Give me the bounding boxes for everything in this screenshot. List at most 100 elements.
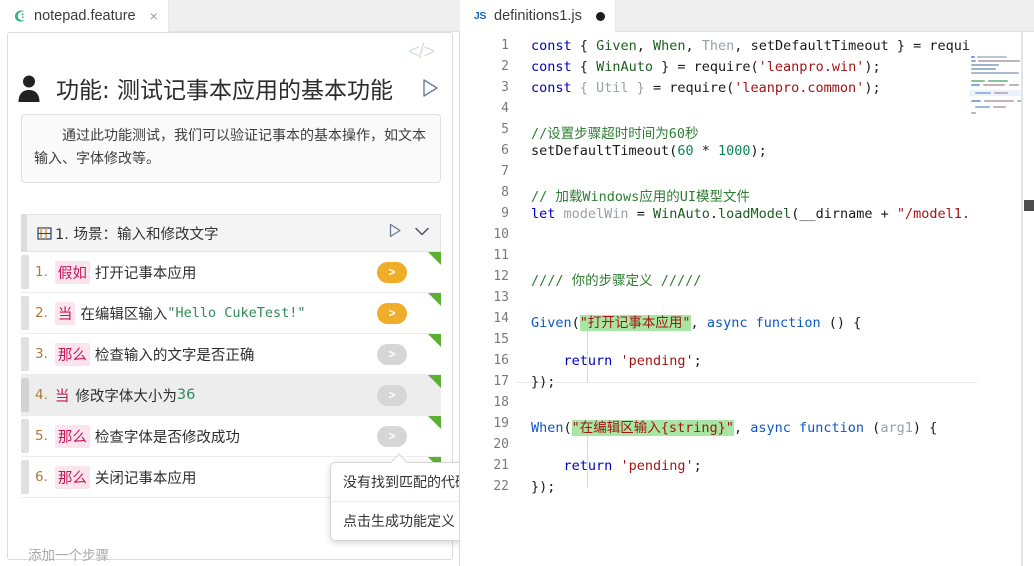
code-line: //// 你的步骤定义 ///// (531, 273, 702, 289)
feature-editor-pane: </> 功能: 测试记事本应用的基本功能 通过此功能测试，我们可以验证记事本的基… (0, 32, 460, 566)
step-definition-tooltip[interactable]: 没有找到匹配的代码 点击生成功能定义 (330, 453, 460, 541)
run-step-button[interactable]: > (377, 384, 407, 406)
step-text: 打开记事本应用 (94, 265, 197, 282)
step-content: 5. 那么 检查字体是否修改成功 (35, 424, 377, 448)
tab-label: definitions1.js (494, 8, 582, 24)
line-number: 10 (493, 227, 509, 242)
play-icon[interactable] (387, 222, 403, 244)
line-number: 6 (501, 143, 509, 158)
line-number: 15 (493, 332, 509, 347)
line-number: 18 (493, 395, 509, 410)
code-line: Given("打开记事本应用", async function () { (531, 315, 862, 331)
code-line: const { Util } = require('leanpro.common… (531, 80, 881, 96)
step-keyword: 那么 (54, 465, 90, 489)
code-line: setDefaultTimeout(60 * 1000); (531, 143, 767, 159)
code-line: return 'pending'; (563, 353, 702, 369)
line-number: 9 (501, 206, 509, 221)
step-rail (21, 460, 29, 494)
step-content: 4. 当 修改字体大小为 36 (35, 384, 377, 407)
step-keyword: 那么 (54, 424, 90, 448)
tooltip-message: 没有找到匹配的代码 (343, 475, 460, 491)
tab-definitions1-js[interactable]: JS definitions1.js (460, 0, 616, 32)
cucumber-icon (12, 8, 28, 24)
close-icon[interactable]: × (150, 9, 158, 23)
step-text: 在编辑区输入 (80, 306, 168, 323)
step-content: 3. 那么 检查输入的文字是否正确 (35, 342, 377, 366)
editor-right-divider (1021, 32, 1022, 566)
code-line: }); (531, 479, 556, 495)
step-number: 1. (35, 264, 48, 280)
run-step-button[interactable]: > (377, 425, 407, 447)
line-number: 5 (501, 122, 509, 137)
step-text: 检查输入的文字是否正确 (94, 347, 255, 364)
feature-title-row: 功能: 测试记事本应用的基本功能 (8, 71, 454, 105)
step-number: 4. (35, 387, 48, 403)
step-text: 关闭记事本应用 (94, 470, 197, 487)
table-row[interactable]: 1. 假如 打开记事本应用 > (21, 252, 441, 293)
line-number: 22 (493, 479, 509, 494)
scenario-label: 1. 场景：输入和修改文字 (55, 226, 219, 243)
step-number: 5. (35, 428, 48, 444)
step-text: 检查字体是否修改成功 (94, 429, 240, 446)
add-step-button[interactable]: 添加一个步骤 (28, 544, 109, 564)
scenario-film-icon (37, 226, 52, 241)
line-number: 19 (493, 416, 509, 431)
code-line: }); (531, 374, 556, 390)
line-number: 21 (493, 458, 509, 473)
line-number-gutter: 1 2 3 4 5 6 7 8 9 10 11 12 13 14 15 16 1… (461, 32, 517, 566)
step-status-corner-icon (428, 334, 441, 347)
tab-bar: notepad.feature × JS definitions1.js (0, 0, 1034, 32)
app-window: notepad.feature × JS definitions1.js </> (0, 0, 1034, 566)
step-literal: "Hello CukeTest!" (167, 305, 306, 321)
run-step-button[interactable]: > (377, 343, 407, 365)
step-rail (21, 296, 29, 330)
line-number: 13 (493, 290, 509, 305)
js-badge-label: JS (473, 10, 487, 22)
step-status-corner-icon (428, 293, 441, 306)
table-row[interactable]: 5. 那么 检查字体是否修改成功 > (21, 416, 441, 457)
table-row[interactable]: 2. 当 在编辑区输入 "Hello CukeTest!" > (21, 293, 441, 334)
code-view-toggle-icon[interactable]: </> (408, 41, 435, 64)
generate-definition-button[interactable]: 点击生成功能定义 (331, 501, 459, 540)
code-line: // 加载Windows应用的UI模型文件 (531, 189, 751, 205)
tab-label: notepad.feature (34, 8, 136, 24)
step-keyword: 那么 (54, 342, 90, 366)
tab-notepad-feature[interactable]: notepad.feature × (0, 0, 169, 32)
run-step-button[interactable]: > (377, 302, 407, 324)
step-status-corner-icon (428, 416, 441, 429)
step-content: 6. 那么 关闭记事本应用 (35, 465, 377, 489)
code-line: //设置步骤超时时间为60秒 (531, 126, 699, 142)
code-line: When("在编辑区输入{string}", async function (a… (531, 420, 938, 436)
table-row[interactable]: 3. 那么 检查输入的文字是否正确 > (21, 334, 441, 375)
scenario-header[interactable]: 1. 场景：输入和修改文字 (21, 214, 441, 252)
run-feature-play-icon[interactable] (420, 77, 440, 99)
scenario-actions (387, 222, 430, 244)
line-number: 4 (501, 101, 509, 116)
step-content: 1. 假如 打开记事本应用 (35, 260, 377, 284)
js-file-icon: JS (472, 8, 488, 24)
window-scrollbar-thumb[interactable] (1024, 200, 1034, 211)
step-literal: 36 (176, 387, 196, 403)
line-number: 8 (501, 185, 509, 200)
run-step-button[interactable]: > (377, 261, 407, 283)
step-keyword: 假如 (54, 260, 90, 284)
line-number: 17 (493, 374, 509, 389)
feature-description[interactable]: 通过此功能测试，我们可以验证记事本的基本操作，如文本输入、字体修改等。 (21, 114, 441, 184)
step-number: 3. (35, 346, 48, 362)
step-rail (21, 255, 29, 289)
step-status-corner-icon (428, 252, 441, 265)
table-row[interactable]: 4. 当 修改字体大小为 36 > (21, 375, 441, 416)
step-keyword: 当 (54, 388, 70, 405)
step-keyword: 当 (54, 301, 76, 325)
code-editor-pane[interactable]: 1 2 3 4 5 6 7 8 9 10 11 12 13 14 15 16 1… (461, 32, 1034, 566)
step-text: 修改字体大小为 (75, 388, 177, 405)
code-content[interactable]: const { Given, When, Then, setDefaultTim… (517, 32, 977, 566)
code-minimap[interactable] (969, 54, 1029, 250)
line-number: 14 (493, 311, 509, 326)
chevron-down-icon[interactable] (414, 224, 430, 242)
person-icon (16, 73, 42, 103)
line-number: 20 (493, 437, 509, 452)
window-scrollbar[interactable] (1022, 32, 1034, 566)
line-number: 7 (501, 164, 509, 179)
code-line: let modelWin = WinAuto.loadModel(__dirna… (531, 206, 971, 222)
